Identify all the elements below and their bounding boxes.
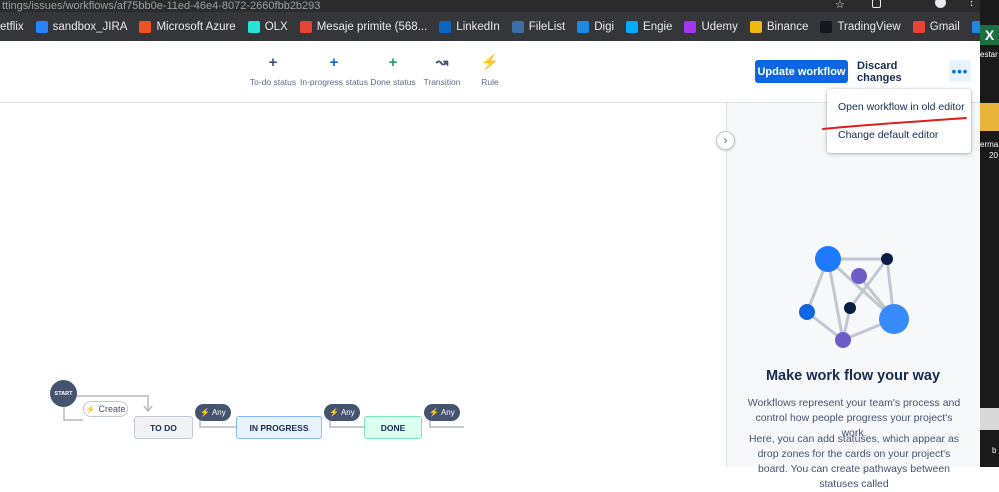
extensions-icon[interactable] <box>872 0 881 8</box>
bookmark-label: Udemy <box>701 20 738 33</box>
panel-description-more: Here, you can add statuses, which appear… <box>748 433 960 490</box>
folder-icon[interactable] <box>980 103 999 131</box>
panel-title: Make work flow your way <box>765 368 941 384</box>
browser-controls: ☆ ⋮ <box>830 0 980 12</box>
red-underline-annotation <box>822 117 967 130</box>
bookmark-label: Gmail <box>929 20 960 33</box>
file-icon[interactable] <box>980 408 999 430</box>
microsoft-icon <box>139 20 152 33</box>
lightning-icon: ⚡ <box>85 404 96 414</box>
bookmark-label: Microsoft Azure <box>156 20 236 33</box>
any-label: Any <box>340 408 355 417</box>
create-transition[interactable]: ⚡ Create <box>83 401 128 417</box>
discard-changes-button[interactable]: Discard changes <box>857 60 943 84</box>
bookmark-item[interactable]: Microsoft Azure <box>139 20 236 33</box>
bookmark-item[interactable]: Gmail <box>912 20 960 33</box>
bookmark-item[interactable]: Digi <box>577 20 615 33</box>
plus-icon: + <box>388 54 398 71</box>
menu-dots-icon[interactable]: ⋮ <box>966 0 977 8</box>
toolbar-tool[interactable]: ↝ Transition <box>423 54 461 88</box>
desktop-label: b <box>992 446 997 455</box>
bookmark-label: sandbox_JIRA <box>52 20 128 33</box>
any-label: Any <box>440 408 455 417</box>
start-node: START <box>50 380 77 407</box>
bookmark-label: LinkedIn <box>456 20 500 33</box>
bookmark-label: Mesaje primite (568... <box>316 20 428 33</box>
toolbar-tool-label: Rule <box>481 77 499 87</box>
toolbar-tool[interactable]: + In-progress status <box>299 54 369 88</box>
bookmark-label: Binance <box>766 20 809 33</box>
jira-icon <box>35 20 48 33</box>
gmail-icon <box>912 20 925 33</box>
lightning-icon: ⚡ <box>200 408 210 417</box>
plus-icon: + <box>268 54 278 71</box>
bookmark-label: etflix <box>0 20 24 33</box>
bookmark-item[interactable]: LinkedIn <box>439 20 500 33</box>
olx-icon <box>247 20 260 33</box>
bookmark-item[interactable]: OLX <box>247 20 288 33</box>
status-todo[interactable]: TO DO <box>134 416 193 439</box>
bookmark-item[interactable]: etflix <box>0 21 24 33</box>
profile-avatar[interactable] <box>935 0 946 8</box>
desktop-strip: X estar erma 20 b <box>980 0 999 467</box>
gmail-icon <box>299 20 312 33</box>
tradingview-icon <box>820 20 833 33</box>
bookmark-item[interactable]: FileList <box>511 20 566 33</box>
lightning-icon: ⚡ <box>429 408 439 417</box>
desktop-label: erma <box>980 140 999 149</box>
bookmark-label: Engie <box>643 20 673 33</box>
lightning-icon: ⚡ <box>329 408 339 417</box>
bookmark-item[interactable]: Udemy <box>684 20 738 33</box>
plus-icon: + <box>329 54 339 71</box>
toolbar-tool-label: In-progress status <box>299 77 369 87</box>
transition-icon: ↝ <box>435 54 449 71</box>
any-transition-done[interactable]: ⚡ Any <box>424 404 460 421</box>
collapse-panel-button[interactable]: › <box>716 131 735 150</box>
more-actions-button[interactable]: ••• <box>949 60 971 82</box>
any-transition-todo[interactable]: ⚡ Any <box>195 404 231 421</box>
workflow-illustration <box>799 246 909 348</box>
digi-icon <box>577 20 590 33</box>
toolbar-tool[interactable]: + Done status <box>370 54 416 88</box>
desktop-label: 20 <box>989 151 998 160</box>
linkedin-icon <box>439 20 452 33</box>
toolbar-tool-label: To-do status <box>249 77 297 87</box>
any-transition-in-progress[interactable]: ⚡ Any <box>324 404 360 421</box>
bookmark-label: OLX <box>264 20 288 33</box>
toolbar-tool-label: Done status <box>370 77 416 87</box>
bookmark-label: FileList <box>528 20 566 33</box>
bookmark-label: Digi <box>594 20 615 33</box>
digi-online-icon <box>971 20 980 33</box>
menu-item-open-old-editor[interactable]: Open workflow in old editor <box>838 101 965 113</box>
bookmark-item[interactable]: TradingView <box>820 20 901 33</box>
toolbar-tool-label: Transition <box>423 77 461 87</box>
excel-icon[interactable]: X <box>980 25 999 45</box>
any-label: Any <box>211 408 226 417</box>
lightning-icon: ⚡ <box>480 54 500 71</box>
bookmark-item[interactable]: Mesaje primite (568... <box>299 20 428 33</box>
engie-icon <box>626 20 639 33</box>
udemy-icon <box>684 20 697 33</box>
bookmark-item[interactable]: Digi Online <box>971 20 980 33</box>
binance-icon <box>749 20 762 33</box>
desktop-label: estar <box>980 50 998 59</box>
update-workflow-button[interactable]: Update workflow <box>755 60 848 83</box>
bookmark-label: TradingView <box>837 20 901 33</box>
bookmark-item[interactable]: Engie <box>626 20 673 33</box>
create-label: Create <box>98 404 126 414</box>
star-icon[interactable]: ☆ <box>835 0 845 11</box>
bookmark-item[interactable]: sandbox_JIRA <box>35 20 128 33</box>
filelist-icon <box>511 20 524 33</box>
status-done[interactable]: DONE <box>364 416 422 439</box>
toolbar-tool[interactable]: ⚡ Rule <box>480 54 500 88</box>
bookmark-item[interactable]: Binance <box>749 20 809 33</box>
bookmarks-bar: etflix sandbox_JIRA Microsoft Azure OLX Mesa… <box>0 12 980 41</box>
toolbar-tool[interactable]: + To-do status <box>249 54 297 88</box>
status-in-progress[interactable]: IN PROGRESS <box>236 416 322 439</box>
